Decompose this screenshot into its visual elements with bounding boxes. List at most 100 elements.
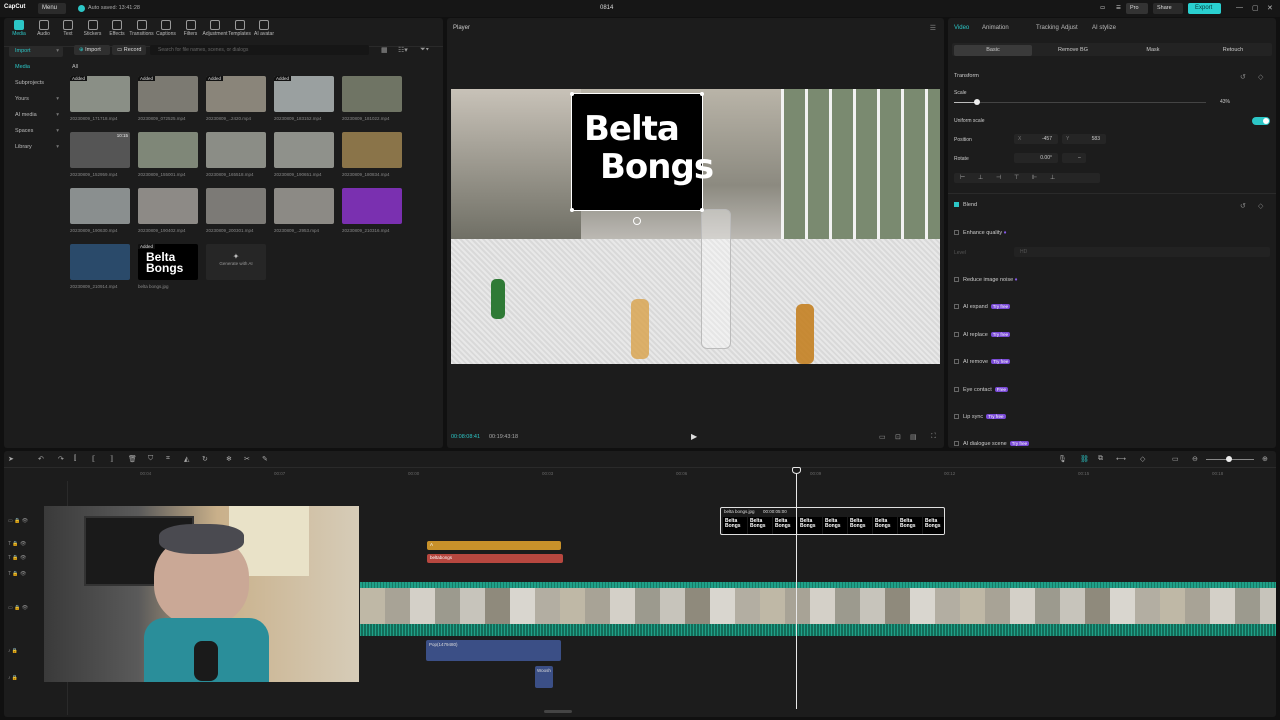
resize-handle[interactable] <box>700 92 704 96</box>
sidebar-item-library[interactable]: Library ▾ <box>9 142 63 153</box>
media-thumbnail[interactable]: Added <box>274 76 334 112</box>
select-icon[interactable]: ➤ <box>8 455 14 463</box>
reduce-noise-section[interactable]: Reduce image noise ♦ <box>954 277 1018 283</box>
align-right-icon[interactable]: ⊣ <box>996 174 1001 181</box>
resize-handle[interactable] <box>570 208 574 212</box>
crop-icon[interactable]: ⌗ <box>166 455 170 463</box>
scale-value[interactable]: 43% <box>1220 99 1230 105</box>
media-thumbnail[interactable] <box>342 76 402 112</box>
lip-sync-checkbox[interactable] <box>954 414 959 420</box>
import-button[interactable]: ⊕ Import <box>74 45 110 55</box>
video-preview[interactable]: Belta Bongs <box>451 89 940 364</box>
sidebar-item-import[interactable]: Import ▾ <box>9 46 63 57</box>
freeze-icon[interactable]: ❄ <box>226 455 232 463</box>
rotate-handle-icon[interactable] <box>633 217 641 225</box>
project-title[interactable]: 0814 <box>600 5 613 11</box>
media-thumbnail[interactable]: Added <box>206 76 266 112</box>
position-x-field[interactable]: X -457 <box>1014 134 1058 144</box>
media-item[interactable]: 20230809_190651.mp4 <box>274 132 334 177</box>
playhead-handle[interactable] <box>792 467 801 474</box>
resize-handle[interactable] <box>700 208 704 212</box>
blend-section[interactable]: Blend <box>954 202 977 208</box>
media-item[interactable]: 20230809_165518.mp4 <box>206 132 266 177</box>
blend-checkbox[interactable] <box>954 202 959 208</box>
sidebar-item-subprojects[interactable]: Subprojects <box>9 78 63 89</box>
align-center-icon[interactable]: ⊥ <box>978 174 983 181</box>
tab-ai-stylize[interactable]: AI stylize <box>1092 25 1116 31</box>
playhead[interactable] <box>796 469 797 709</box>
media-thumbnail[interactable]: Belta Bongs Added <box>138 244 198 280</box>
play-icon[interactable]: ▶ <box>691 432 697 441</box>
undo-icon[interactable]: ↶ <box>38 455 44 463</box>
media-thumbnail[interactable] <box>138 132 198 168</box>
player-menu-icon[interactable]: ☰ <box>930 24 936 32</box>
ai-replace-checkbox[interactable] <box>954 332 959 338</box>
media-item[interactable]: Added 20230809_..2420.mp4 <box>206 76 266 121</box>
media-thumbnail[interactable]: Added <box>70 76 130 112</box>
scale-slider[interactable] <box>954 102 1206 103</box>
feedback-icon[interactable]: ☰ <box>1112 3 1124 14</box>
split-left-icon[interactable]: ⟦ <box>92 455 95 463</box>
media-item[interactable]: Added 20230809_183152.mp4 <box>274 76 334 121</box>
share-button[interactable]: Share <box>1153 3 1183 14</box>
tool-captions[interactable]: Captions <box>153 20 179 37</box>
ratio-icon[interactable]: ▭ <box>879 433 886 441</box>
preview-axis-icon[interactable]: ⟷ <box>1116 455 1126 463</box>
reset-icon[interactable]: ↺ <box>1240 73 1246 81</box>
tool-transitions[interactable]: Transitions <box>129 20 155 37</box>
redo-icon[interactable]: ↷ <box>58 455 64 463</box>
eye-contact-checkbox[interactable] <box>954 387 959 393</box>
subtab-retouch[interactable]: Retouch <box>1194 45 1272 56</box>
enhance-checkbox[interactable] <box>954 230 959 236</box>
media-thumbnail[interactable] <box>206 188 266 224</box>
overlay-image[interactable]: Belta Bongs <box>570 92 714 212</box>
snap-icon[interactable]: ⧉ <box>1098 455 1103 463</box>
ai-remove-checkbox[interactable] <box>954 359 959 365</box>
fit-icon[interactable]: ▭ <box>1172 455 1179 463</box>
close-icon[interactable]: ✕ <box>1267 4 1273 12</box>
quality-icon[interactable]: ▤ <box>910 433 917 441</box>
tool-media[interactable]: Media <box>6 20 32 37</box>
main-video-track[interactable] <box>360 582 1276 636</box>
media-item[interactable]: 20230809_..2953.mp4 <box>274 188 334 233</box>
tool-effects[interactable]: Effects <box>104 20 130 37</box>
microphone-icon[interactable]: 🎙 <box>1058 455 1067 463</box>
layout-icon[interactable]: ▭ <box>1096 3 1108 14</box>
mirror-icon[interactable]: ◭ <box>184 455 189 463</box>
tab-adjust[interactable]: Adjust <box>1061 25 1078 31</box>
media-item[interactable]: 10:15 20230809_152959.mp4 <box>70 132 130 177</box>
maximize-icon[interactable]: ▢ <box>1252 4 1259 12</box>
grid-view-icon[interactable]: ▦ <box>381 46 388 54</box>
track-controls-main[interactable]: ▭ 🔒 👁 <box>8 605 28 611</box>
media-thumbnail[interactable] <box>70 244 130 280</box>
ai-expand-checkbox[interactable] <box>954 304 959 310</box>
tab-tracking[interactable]: Tracking <box>1036 25 1059 31</box>
menu-button[interactable]: Menu <box>38 3 66 14</box>
minimize-icon[interactable]: — <box>1236 4 1243 11</box>
tab-video[interactable]: Video <box>954 25 969 31</box>
media-item[interactable]: 20230809_190630.mp4 <box>70 188 130 233</box>
rotate-field[interactable]: 0.00° <box>1014 153 1058 163</box>
media-item[interactable]: Added 20230809_072525.mp4 <box>138 76 198 121</box>
eye-contact-section[interactable]: Eye contact Free <box>954 387 1009 393</box>
tab-animation[interactable]: Animation <box>982 25 1009 31</box>
media-thumbnail[interactable]: 10:15 <box>70 132 130 168</box>
ai-expand-section[interactable]: AI expand Try free <box>954 304 1011 310</box>
media-thumbnail[interactable] <box>274 188 334 224</box>
record-button[interactable]: ▭ Record <box>112 45 146 55</box>
enhance-section[interactable]: Enhance quality ♦ <box>954 230 1006 236</box>
search-input[interactable]: Search for file names, scenes, or dialog… <box>150 45 369 55</box>
track-controls-text2[interactable]: T 🔒 👁 <box>8 555 26 561</box>
delete-icon[interactable]: 🗑 <box>128 455 137 463</box>
track-controls-audio2[interactable]: ♪ 🔒 <box>8 675 18 681</box>
auto-cut-icon[interactable]: ✂ <box>244 455 250 463</box>
sidebar-item-yours[interactable]: Yours ▾ <box>9 94 63 105</box>
ai-remove-section[interactable]: AI remove Try free <box>954 359 1011 365</box>
rotate-icon[interactable]: ↻ <box>202 455 208 463</box>
ai-dialogue-checkbox[interactable] <box>954 441 959 447</box>
track-controls-text3[interactable]: T 🔒 👁 <box>8 571 26 577</box>
media-item[interactable]: 20230809_210316.mp4 <box>342 188 402 233</box>
image-clip[interactable]: belta bongs.jpg 00:00:05:00 Belta Bongs B… <box>720 507 945 535</box>
media-thumbnail[interactable] <box>70 188 130 224</box>
media-thumbnail[interactable] <box>206 132 266 168</box>
